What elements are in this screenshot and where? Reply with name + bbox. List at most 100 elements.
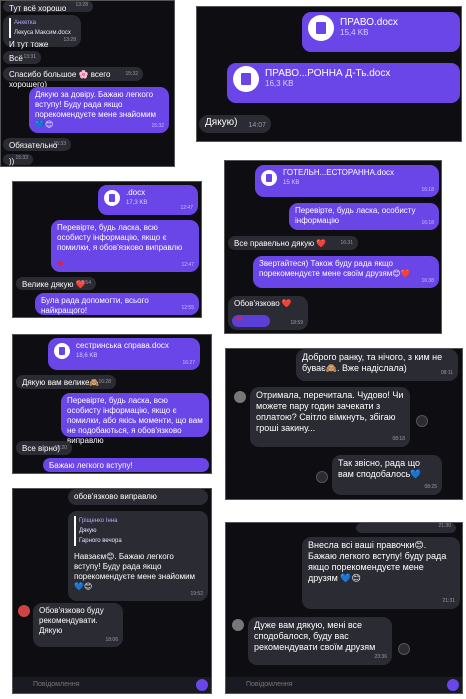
file-message[interactable]: .docx 17,3 KB 12:47 xyxy=(98,185,198,215)
message-text: Доброго ранку, та нічого, з ким не буває… xyxy=(302,352,443,373)
message-time: 19:52 xyxy=(190,591,203,597)
message-bubble[interactable]: 21:30 xyxy=(356,523,456,533)
message-text: обов'язково виправлю xyxy=(74,492,157,501)
document-icon xyxy=(54,343,70,359)
message-bubble[interactable]: Велике дякую ❤️ 12:54 xyxy=(16,277,96,290)
file-name: ПРАВО.docx xyxy=(340,17,398,28)
message-text: Дякую) xyxy=(205,117,238,128)
react-icon[interactable] xyxy=(316,471,328,483)
file-size: 18,6 KB xyxy=(76,353,98,359)
reply-name: Анкетка xyxy=(14,20,36,26)
message-bubble[interactable]: Так звісно, рада що вам сподобалось💙 08:2… xyxy=(332,455,442,495)
message-bubble[interactable]: Все правельно дякую ❤️ 16:31 xyxy=(228,236,358,250)
message-text: Перевірте, будь ласка, всю особисту інфо… xyxy=(57,223,183,252)
react-icon[interactable] xyxy=(416,415,428,427)
message-bubble[interactable]: обов'язково виправлю xyxy=(68,489,208,505)
message-time: 13:28 xyxy=(63,37,76,43)
heart-icon: ❤ xyxy=(236,315,243,324)
document-icon xyxy=(308,15,334,41)
message-input[interactable]: Повідомлення xyxy=(226,677,462,693)
message-text: Обов'язково буду рекомендувати. Дякую xyxy=(39,606,104,635)
message-text: Дякую за довіру. Бажаю легкого вступу! Б… xyxy=(35,90,157,129)
microphone-icon[interactable] xyxy=(196,679,208,691)
message-time: 08:11 xyxy=(440,370,453,376)
file-name: ПРАВО...РОННА Д-Ть.docx xyxy=(265,68,391,79)
message-text: Всё xyxy=(9,54,23,63)
message-bubble[interactable]: )) 15:33 xyxy=(3,154,33,166)
message-bubble[interactable]: Дуже вам дякую, мені все сподобалося, бу… xyxy=(248,617,392,665)
message-text: Внесла всі ваші правочки😊. Бажаю легкого… xyxy=(308,540,447,583)
message-text: Перевірте, будь ласка, всю особисту інфо… xyxy=(67,396,203,445)
document-icon xyxy=(261,170,277,186)
message-time: 16:28 xyxy=(98,379,111,385)
message-bubble-outgoing[interactable]: Перевірте, будь ласка, всю особисту інфо… xyxy=(51,220,199,272)
document-icon xyxy=(104,190,120,206)
react-icon[interactable] xyxy=(398,643,410,655)
avatar[interactable] xyxy=(234,391,246,403)
input-placeholder: Повідомлення xyxy=(246,681,293,688)
message-bubble[interactable]: Обов'язково буду рекомендувати. Дякую 18:… xyxy=(33,603,123,647)
document-icon xyxy=(233,66,259,92)
message-bubble[interactable]: Всё 13:31 xyxy=(3,51,41,64)
chat-screenshot-3: .docx 17,3 KB 12:47 Перевірте, будь ласка… xyxy=(12,181,202,318)
message-bubble[interactable]: Спасибо большое 🌸 всего хорошего) 15:32 xyxy=(3,67,143,89)
message-time: 12:47 xyxy=(180,205,193,211)
message-text: Бажаю легкого вступу! xyxy=(49,461,133,470)
message-bubble-outgoing[interactable]: Звертайтеся) Також буду рада якщо пореко… xyxy=(253,256,439,288)
message-time: 12:54 xyxy=(78,280,91,286)
message-time: 12:55 xyxy=(181,305,194,311)
avatar[interactable] xyxy=(18,605,30,617)
message-text: Звертайтеся) Також буду рада якщо пореко… xyxy=(259,259,411,278)
message-time: 14:07 xyxy=(248,122,266,129)
message-bubble-outgoing[interactable]: Була рада допомогти, всього найкращого! 1… xyxy=(35,293,199,315)
file-message[interactable]: ГОТЕЛЬН...ЕСТОРАННА.docx 15 KB 16:18 xyxy=(255,165,439,197)
message-bubble-outgoing[interactable]: Перевірте, будь ласка, особисту інформац… xyxy=(289,203,439,230)
message-bubble-reply[interactable]: Анкетка Лекуса Максим.docx И тут тоже 13:2… xyxy=(3,15,81,49)
reply-name: Гріщенко Інна xyxy=(79,518,118,524)
chat-screenshot-1: Тут всё хорошо 13:28 Анкетка Лекуса Максим… xyxy=(0,0,175,167)
reaction-badge: ❤ xyxy=(232,315,270,327)
message-text: Навзаєм😊. Бажаю легкого вступу! Буду рад… xyxy=(74,552,196,591)
message-bubble-outgoing[interactable]: Бажаю легкого вступу! xyxy=(43,458,209,472)
message-bubble[interactable]: Отримала, перечитала. Чудово! Чи можете … xyxy=(250,387,410,447)
message-text: Все правельно дякую ❤️ xyxy=(234,239,327,248)
message-text: Обов'язково ❤️ xyxy=(234,299,292,308)
message-bubble[interactable]: Тут всё хорошо 13:28 xyxy=(3,1,93,13)
message-bubble[interactable]: Внесла всі ваші правочки😊. Бажаю легкого… xyxy=(302,537,460,609)
message-time: 15:33 xyxy=(53,141,66,147)
message-text: Дуже вам дякую, мені все сподобалося, бу… xyxy=(254,620,376,652)
avatar[interactable] xyxy=(232,619,244,631)
message-time: 08:18 xyxy=(392,436,405,442)
message-time: 15:33 xyxy=(15,155,28,161)
reply-text: Дякую Гарного вечора xyxy=(79,528,122,544)
message-bubble-reply[interactable]: Гріщенко Інна Дякую Гарного вечора Навзає… xyxy=(68,511,208,601)
message-text: Обязательно xyxy=(9,141,58,150)
chat-screenshot-2: ПРАВО.docx 15,4 KB ПРАВО...РОННА Д-Ть.doc… xyxy=(196,6,462,142)
message-bubble-outgoing[interactable]: Перевірте, будь ласка, всю особисту інфо… xyxy=(61,393,209,445)
message-bubble[interactable]: Обязательно 15:33 xyxy=(3,138,71,151)
chat-screenshot-8: 21:30 Внесла всі ваші правочки😊. Бажаю л… xyxy=(225,522,463,694)
file-size: 15,4 KB xyxy=(340,28,369,37)
message-input[interactable]: Повідомлення xyxy=(13,677,211,693)
message-bubble[interactable]: Обов'язково ❤️ ❤ 18:59 xyxy=(228,296,308,330)
file-message[interactable]: ПРАВО...РОННА Д-Ть.docx 16,3 KB xyxy=(227,63,460,103)
file-name: ГОТЕЛЬН...ЕСТОРАННА.docx xyxy=(283,168,395,177)
message-bubble[interactable]: Дякую) 14:07 xyxy=(199,115,271,133)
microphone-icon[interactable] xyxy=(447,679,459,691)
message-bubble[interactable]: Доброго ранку, та нічого, з ким не буває… xyxy=(296,349,458,381)
message-bubble[interactable]: Дякую вам велике🙈 16:28 xyxy=(16,375,116,389)
message-bubble-outgoing[interactable]: Дякую за довіру. Бажаю легкого вступу! Б… xyxy=(29,87,169,133)
message-text: Тут всё хорошо xyxy=(9,4,67,13)
file-message[interactable]: ПРАВО.docx 15,4 KB xyxy=(302,12,460,52)
message-time: 18:06 xyxy=(105,637,118,643)
input-placeholder: Повідомлення xyxy=(33,681,80,688)
file-name: .docx xyxy=(126,188,146,197)
file-message[interactable]: сестринська справа.docx 18,6 KB 16:27 xyxy=(48,338,200,370)
message-bubble[interactable]: Все вірно) 18:20 xyxy=(16,441,72,455)
message-text: )) xyxy=(9,157,15,166)
message-time: 15:32 xyxy=(151,123,164,129)
message-text: Велике дякую ❤️ xyxy=(22,280,86,289)
file-size: 15 KB xyxy=(283,180,300,186)
chat-screenshot-7: обов'язково виправлю Гріщенко Інна Дякую … xyxy=(12,488,212,694)
message-text: Перевірте, будь ласка, особисту інформац… xyxy=(295,206,416,225)
